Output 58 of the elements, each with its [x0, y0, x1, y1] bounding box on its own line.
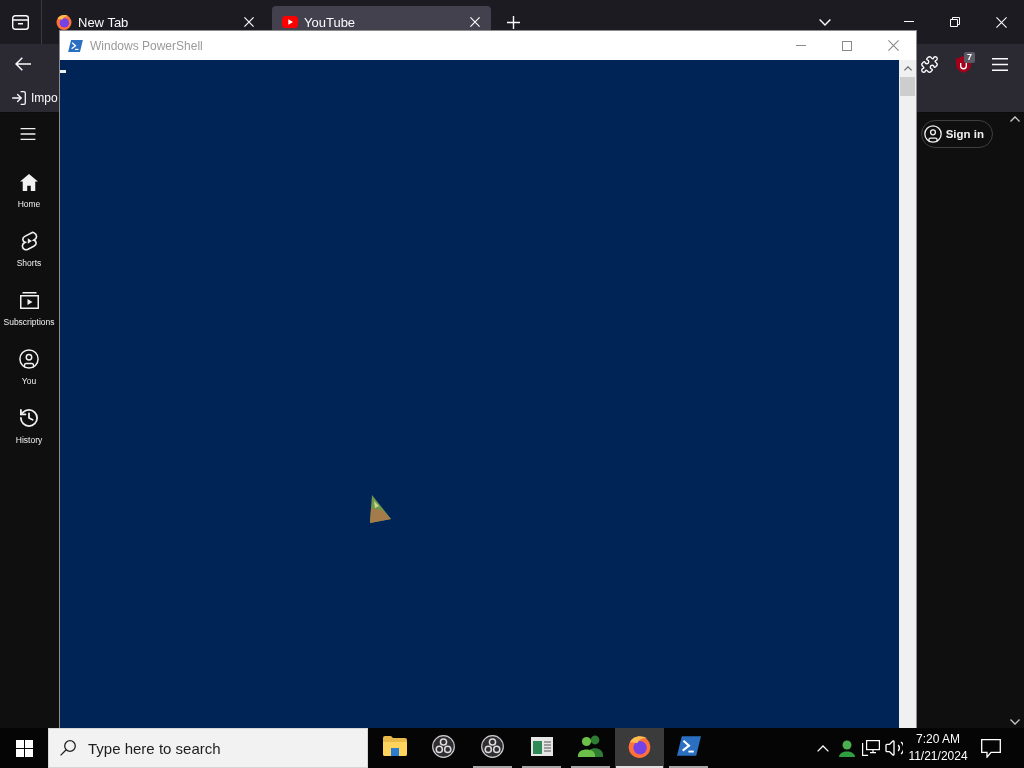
- clock-time: 7:20 AM: [916, 731, 960, 748]
- tray-icon: [11, 14, 29, 30]
- terminal-icon: [68, 39, 83, 52]
- chevron-down-icon: [819, 18, 831, 26]
- user-circle-icon: [923, 125, 942, 143]
- shorts-logo-icon: [20, 231, 38, 251]
- minus-icon: [796, 45, 806, 46]
- play-box-icon: [19, 291, 39, 309]
- search-field[interactable]: Type here to search: [48, 728, 368, 768]
- extension-button[interactable]: 7: [951, 50, 975, 78]
- browser-tab[interactable]: YouTube: [272, 6, 491, 30]
- bookmark-item[interactable]: Impo: [11, 86, 59, 110]
- terminal-icon: [676, 736, 701, 756]
- taskbar-button[interactable]: [615, 728, 664, 768]
- speaker-icon[interactable]: [885, 740, 903, 756]
- folder-icon: [382, 736, 407, 756]
- firefox-icon: [56, 14, 72, 30]
- sidebar-item[interactable]: You: [0, 338, 58, 397]
- window-title: Windows PowerShell: [90, 38, 203, 53]
- sidebar-item[interactable]: Subscriptions: [0, 279, 58, 338]
- count-badge: 7: [964, 52, 975, 63]
- clock-date: 11/21/2024: [908, 748, 968, 765]
- home-icon: [20, 173, 38, 191]
- enter-arrow-icon: [12, 91, 26, 105]
- back-arrow-icon: [15, 57, 31, 71]
- triangle-sprite: [370, 495, 391, 523]
- search-icon: [60, 740, 76, 756]
- sidebar-item[interactable]: History: [0, 397, 58, 456]
- user-circle-icon: [19, 349, 39, 369]
- notification-icon[interactable]: [981, 738, 1001, 758]
- obs-icon: [481, 734, 504, 758]
- sidebar-item[interactable]: Shorts: [0, 220, 58, 279]
- close-button[interactable]: [467, 14, 483, 30]
- close-icon: [470, 17, 480, 27]
- close-icon: [244, 17, 254, 27]
- puzzle-icon: [920, 55, 938, 73]
- people-icon: [578, 735, 603, 757]
- scrollbar-thumb[interactable]: [900, 77, 915, 96]
- text-cursor: [60, 70, 66, 73]
- network-icon[interactable]: [862, 740, 880, 756]
- square-icon: [842, 40, 852, 51]
- person-icon[interactable]: [839, 739, 855, 757]
- close-icon: [887, 40, 899, 51]
- windows-logo-icon: [15, 739, 33, 757]
- window-icon: [530, 736, 553, 756]
- minus-icon: [904, 20, 914, 22]
- clock-history-icon: [20, 409, 38, 427]
- close-icon: [995, 16, 1007, 28]
- chevron-down-icon[interactable]: [1010, 719, 1020, 725]
- restore-icon: [950, 17, 960, 27]
- obs-icon: [432, 734, 455, 758]
- sidebar-item[interactable]: Home: [0, 161, 58, 220]
- close-button[interactable]: [241, 14, 257, 30]
- menu-icon: [20, 128, 36, 140]
- menu-icon: [992, 57, 1008, 71]
- youtube-icon: [282, 16, 298, 28]
- firefox-icon: [628, 734, 651, 758]
- browser-tab[interactable]: New Tab: [46, 6, 265, 30]
